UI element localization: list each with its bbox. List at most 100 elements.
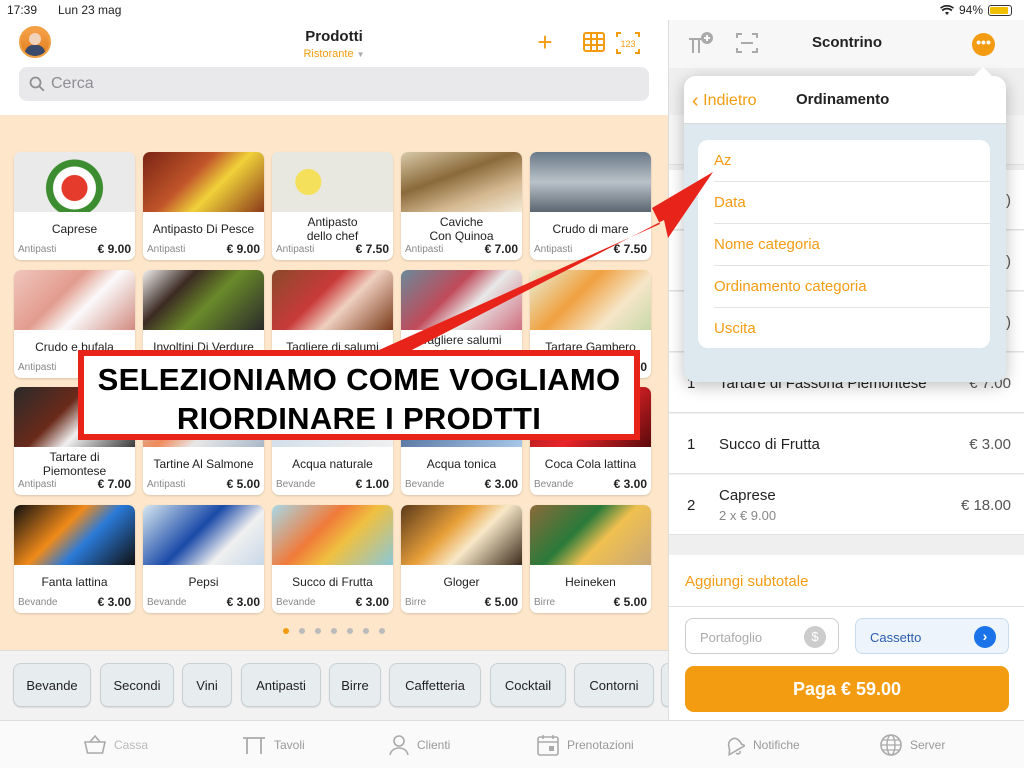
drawer-button[interactable]: Cassetto ›	[855, 618, 1009, 654]
search-input[interactable]: Cerca	[19, 67, 649, 101]
product-category: Birre	[534, 597, 556, 608]
grid-view-icon[interactable]	[581, 30, 607, 56]
product-price: € 3.00	[226, 595, 260, 609]
product-card[interactable]: Pepsi Bevande € 3.00	[143, 505, 264, 613]
product-card[interactable]: Fanta lattina Bevande € 3.00	[14, 505, 135, 613]
category-cocktail[interactable]: Cocktail	[490, 663, 566, 707]
product-card[interactable]: Antipasto Di Pesce Antipasti € 9.00	[143, 152, 264, 260]
search-icon	[29, 76, 45, 92]
product-image	[14, 270, 135, 330]
category-secondi[interactable]: Secondi	[100, 663, 174, 707]
tab-label: Prenotazioni	[567, 738, 634, 752]
table-row[interactable]: 2 Caprese 2 x € 9.00 € 18.00	[669, 475, 1024, 535]
product-name: Coca Cola lattina	[544, 457, 637, 471]
product-card[interactable]: Antipasto dello chef Antipasti € 7.50	[272, 152, 393, 260]
add-subtotal-link[interactable]: Aggiungi subtotale	[685, 573, 808, 590]
calendar-icon	[537, 735, 559, 756]
back-button[interactable]: ‹ Indietro	[692, 90, 757, 113]
tab-prenotazioni[interactable]: Prenotazioni	[537, 721, 634, 769]
sort-option-az[interactable]: Az	[714, 140, 990, 182]
product-name: Pepsi	[188, 575, 219, 589]
partial-price: )	[1006, 314, 1011, 331]
product-card[interactable]: Caprese Antipasti € 9.00	[14, 152, 135, 260]
divider	[669, 606, 1024, 607]
category-birre[interactable]: Birre	[329, 663, 381, 707]
partial-price: )	[1006, 253, 1011, 270]
product-card[interactable]: Crudo di mare Antipasti € 7.50	[530, 152, 651, 260]
tab-label: Server	[910, 738, 946, 752]
product-price: € 3.00	[484, 477, 518, 491]
category-caffetteria[interactable]: Caffetteria	[389, 663, 481, 707]
products-header: Prodotti Ristorante ▼ + 123 Cerca	[0, 20, 668, 115]
dollar-icon: $	[804, 626, 826, 648]
page-indicator[interactable]	[0, 628, 668, 634]
venue-selector[interactable]: Ristorante ▼	[0, 48, 668, 60]
product-category: Bevande	[405, 479, 445, 490]
tab-tavoli[interactable]: Tavoli	[242, 721, 305, 769]
product-category: Bevande	[147, 597, 187, 608]
tab-cassa[interactable]: Cassa	[84, 721, 148, 769]
drawer-label: Cassetto	[870, 630, 922, 645]
tab-label: Notifiche	[753, 738, 800, 752]
product-card[interactable]: Heineken Birre € 5.00	[530, 505, 651, 613]
table-row[interactable]: 1 Succo di Frutta € 3.00	[669, 414, 1024, 474]
page-title: Prodotti	[305, 28, 363, 45]
sort-option-data[interactable]: Data	[714, 182, 990, 224]
product-name: Fanta lattina	[41, 575, 108, 589]
add-icon[interactable]: +	[532, 29, 558, 56]
status-bar: 17:39 Lun 23 mag 94%	[0, 0, 1024, 20]
product-name: Caprese	[51, 222, 98, 236]
product-price: € 5.00	[484, 595, 518, 609]
category-contorni[interactable]: Contorni	[574, 663, 654, 707]
tab-label: Tavoli	[274, 738, 305, 752]
product-name: Crudo di mare	[552, 222, 629, 236]
category-antipasti[interactable]: Antipasti	[241, 663, 321, 707]
product-image	[143, 152, 264, 212]
more-options-icon[interactable]: •••	[972, 33, 995, 56]
category-vini[interactable]: Vini	[182, 663, 232, 707]
product-category: Antipasti	[276, 244, 315, 255]
product-image	[272, 505, 393, 565]
category-bevande[interactable]: Bevande	[13, 663, 91, 707]
globe-icon	[880, 734, 902, 756]
battery-percent: 94%	[958, 3, 983, 17]
battery-icon	[988, 4, 1012, 16]
numeric-keypad-icon[interactable]: 123	[615, 30, 641, 56]
status-time: 17:39	[7, 3, 38, 17]
product-price: € 1.00	[355, 477, 389, 491]
product-name: Antipasto Di Pesce	[152, 222, 255, 236]
product-price: € 7.00	[484, 242, 518, 256]
category-bar: Bevande Secondi Vini Antipasti Birre Caf…	[0, 650, 668, 720]
tab-server[interactable]: Server	[880, 721, 945, 769]
tab-notifiche[interactable]: Notifiche	[723, 721, 800, 769]
product-name: Antipasto dello chef	[306, 215, 359, 243]
product-card[interactable]: Gloger Birre € 5.00	[401, 505, 522, 613]
product-category: Antipasti	[147, 479, 186, 490]
product-card[interactable]: Caviche Con Quinoa Antipasti € 7.00	[401, 152, 522, 260]
product-image	[530, 152, 651, 212]
sort-popover: ‹ Indietro Ordinamento Az Data Nome cate…	[684, 67, 1006, 382]
row-name: Succo di Frutta	[719, 436, 820, 453]
product-image	[14, 152, 135, 212]
product-card[interactable]: Succo di Frutta Bevande € 3.00	[272, 505, 393, 613]
wallet-button[interactable]: Portafoglio $	[685, 618, 839, 654]
annotation-banner: SELEZIONIAMO COME VOGLIAMO RIORDINARE I …	[78, 350, 640, 440]
sort-option-ordinamento-categoria[interactable]: Ordinamento categoria	[714, 266, 990, 308]
chevron-down-icon: ▼	[356, 50, 365, 59]
tab-clienti[interactable]: Clienti	[389, 721, 450, 769]
product-category: Bevande	[18, 597, 58, 608]
search-placeholder: Cerca	[51, 75, 94, 92]
pay-button[interactable]: Paga € 59.00	[685, 666, 1009, 712]
sort-option-uscita[interactable]: Uscita	[714, 308, 990, 350]
sort-option-nome-categoria[interactable]: Nome categoria	[714, 224, 990, 266]
popover-header: ‹ Indietro Ordinamento	[684, 76, 1006, 124]
product-category: Bevande	[276, 597, 316, 608]
banner-line-2: RIORDINARE I PRODTTI	[176, 401, 542, 436]
product-price: € 3.00	[613, 477, 647, 491]
person-icon	[389, 735, 409, 756]
receipt-title: Scontrino	[812, 34, 882, 51]
row-name: Caprese	[719, 487, 776, 504]
row-qty: 2	[687, 497, 696, 514]
category-partial[interactable]	[661, 663, 668, 707]
page-dot	[363, 628, 369, 634]
